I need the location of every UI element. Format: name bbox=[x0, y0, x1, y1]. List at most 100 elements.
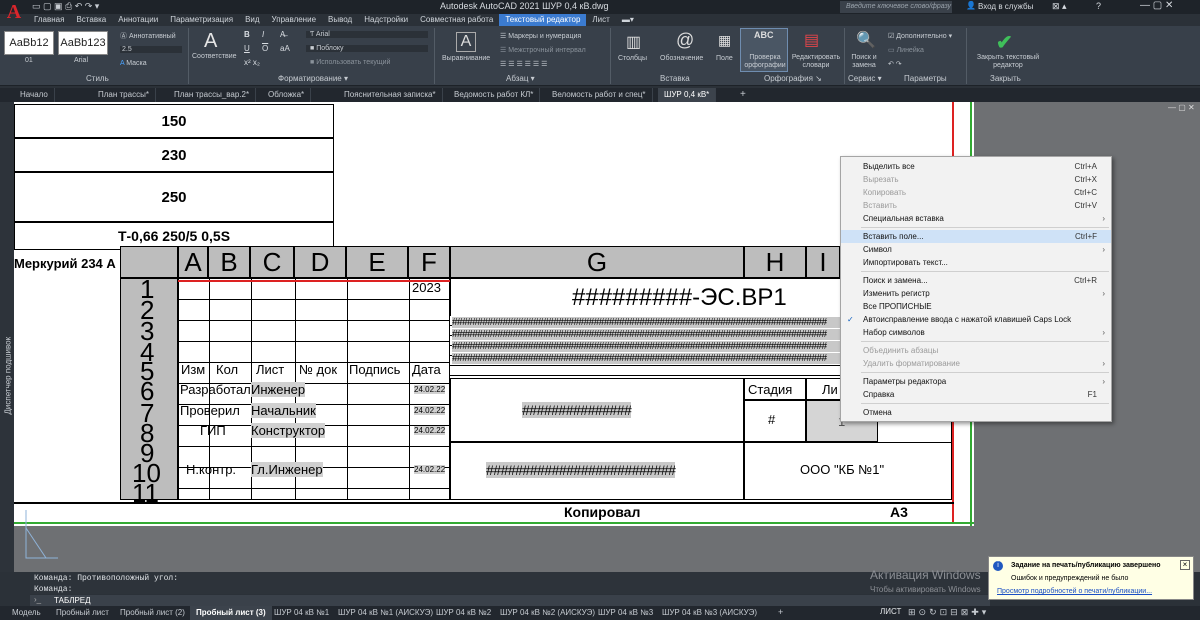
doc-tab-start[interactable]: Начало bbox=[14, 88, 55, 102]
menu-item-find-replace[interactable]: Поиск и замена... Ctrl+R bbox=[841, 274, 1111, 287]
row-number[interactable]: 11 bbox=[132, 478, 159, 509]
menu-item-paste-special[interactable]: Специальная вставка › bbox=[841, 212, 1111, 225]
font-select[interactable]: Ƭ Arial bbox=[306, 31, 428, 38]
columns-label[interactable]: Столбцы bbox=[618, 55, 647, 62]
signin-label[interactable]: Вход в службы bbox=[978, 2, 1033, 11]
doc-tab[interactable]: План трассы* bbox=[92, 88, 156, 102]
doc-tab[interactable]: План трассы_вар.2* bbox=[168, 88, 257, 102]
strike-icon[interactable]: A̶ bbox=[280, 30, 285, 39]
menu-item-combine-paragraphs[interactable]: Объединить абзацы bbox=[841, 344, 1111, 357]
use-current-select[interactable]: ■ Использовать текущий bbox=[306, 59, 428, 66]
menu-item-editor-settings[interactable]: Параметры редактора › bbox=[841, 375, 1111, 388]
group-formatting[interactable]: Форматирование ▾ bbox=[278, 74, 348, 83]
col-header[interactable]: H bbox=[744, 246, 806, 278]
year-cell[interactable]: 2023 bbox=[412, 280, 441, 295]
line-spacing-button[interactable]: ☰ Межстрочный интервал bbox=[500, 46, 586, 54]
tab-addins[interactable]: Надстройки bbox=[358, 14, 414, 26]
menu-item-import-text[interactable]: Импортировать текст... bbox=[841, 256, 1111, 269]
search-input[interactable]: Введите ключевое слово/фразу bbox=[840, 1, 952, 13]
cart-icon[interactable]: ⊠ ▴ bbox=[1052, 1, 1067, 12]
table-cell[interactable]: 150 bbox=[14, 104, 334, 138]
mask-button[interactable]: A Маска bbox=[120, 60, 147, 67]
tab-annotate[interactable]: Аннотации bbox=[112, 14, 164, 26]
close-icon[interactable]: × bbox=[1180, 560, 1190, 570]
tab-insert[interactable]: Вставка bbox=[70, 14, 112, 26]
status-bar-icons[interactable]: ⊞⊙↻⊡⊟⊠✚▾ bbox=[908, 607, 989, 618]
col-header[interactable]: D bbox=[294, 246, 346, 278]
viewport-controls[interactable]: — ▢ ✕ bbox=[1168, 103, 1195, 112]
menu-item-change-case[interactable]: Изменить регистр › bbox=[841, 287, 1111, 300]
tab-manage[interactable]: Управление bbox=[266, 14, 322, 26]
tab-output[interactable]: Вывод bbox=[322, 14, 358, 26]
status-mode[interactable]: ЛИСТ bbox=[880, 607, 901, 616]
layout-tab-model[interactable]: Модель bbox=[6, 606, 47, 620]
layout-tab[interactable]: ШУР 04 кВ №1 (АИСКУЭ) bbox=[332, 606, 439, 620]
table-cell[interactable]: 250 bbox=[14, 172, 334, 222]
match-properties-label[interactable]: Соответствие bbox=[192, 53, 237, 60]
doc-tab[interactable]: Пояснительная записка* bbox=[338, 88, 443, 102]
bold-icon[interactable]: B bbox=[244, 30, 250, 39]
col-header[interactable]: B bbox=[208, 246, 250, 278]
group-paragraph[interactable]: Абзац ▾ bbox=[506, 74, 535, 83]
justify-label[interactable]: Выравнивание bbox=[442, 55, 490, 62]
layout-tab[interactable]: ШУР 04 кВ №1 bbox=[268, 606, 335, 620]
dictionary-icon[interactable]: ▤ bbox=[804, 30, 819, 50]
autocad-logo-icon[interactable]: A bbox=[2, 0, 26, 26]
doc-tab[interactable]: Обложка* bbox=[262, 88, 312, 102]
group-tools[interactable]: Сервис ▾ bbox=[848, 74, 882, 83]
table-cell[interactable]: 230 bbox=[14, 138, 334, 172]
close-editor-icon[interactable]: ✔ bbox=[996, 30, 1013, 55]
field-icon[interactable]: ▦ bbox=[718, 32, 731, 49]
menu-item-select-all[interactable]: Выделить все Ctrl+A bbox=[841, 160, 1111, 173]
command-input[interactable]: ТАБЛРЕД bbox=[30, 595, 990, 606]
italic-icon[interactable]: I bbox=[262, 30, 264, 39]
menu-item-help[interactable]: Справка F1 bbox=[841, 388, 1111, 401]
justify-icon[interactable]: A bbox=[456, 32, 476, 52]
layout-tab[interactable]: ШУР 04 кВ №2 (АИСКУЭ) bbox=[494, 606, 601, 620]
menu-item-charset[interactable]: Набор символов › bbox=[841, 326, 1111, 339]
field-label[interactable]: Поле bbox=[716, 55, 733, 62]
menu-item-copy[interactable]: Копировать Ctrl+C bbox=[841, 186, 1111, 199]
layout-tab-active[interactable]: Пробный лист (3) bbox=[190, 606, 272, 620]
col-header[interactable]: F bbox=[408, 246, 450, 278]
notification-link[interactable]: Просмотр подробностей о печати/публикаци… bbox=[997, 588, 1152, 595]
tab-layout[interactable]: Лист bbox=[586, 14, 615, 26]
case-icon[interactable]: aA bbox=[280, 44, 290, 53]
plot-notification[interactable]: i Задание на печать/публикацию завершено… bbox=[988, 556, 1194, 600]
paragraph-align-buttons[interactable]: ☰ ☰ ☰ ☰ ☰ ☰ bbox=[500, 60, 547, 68]
tab-home[interactable]: Главная bbox=[28, 14, 70, 26]
col-header[interactable]: A bbox=[178, 246, 208, 278]
layout-tab[interactable]: ШУР 04 кВ №2 bbox=[430, 606, 497, 620]
menu-item-remove-formatting[interactable]: Удалить форматирование › bbox=[841, 357, 1111, 370]
color-select[interactable]: ■ Поблоку bbox=[306, 45, 428, 52]
layout-tab[interactable]: Пробный лист (2) bbox=[114, 606, 191, 620]
tab-text-editor[interactable]: Текстовый редактор bbox=[499, 14, 587, 26]
window-controls[interactable]: — ▢ ✕ bbox=[1140, 0, 1173, 11]
menu-item-all-caps[interactable]: Все ПРОПИСНЫЕ bbox=[841, 300, 1111, 313]
help-icon[interactable]: ? bbox=[1096, 1, 1101, 11]
tab-collaborate[interactable]: Совместная работа bbox=[414, 14, 499, 26]
ucs-icon[interactable] bbox=[22, 508, 62, 564]
overline-icon[interactable]: O bbox=[262, 44, 268, 53]
undo-redo-buttons[interactable]: ↶ ↷ bbox=[888, 60, 902, 68]
menu-item-autocaps[interactable]: ✓ Автоисправление ввода с нажатой клавише… bbox=[841, 313, 1111, 326]
layout-tab[interactable]: ШУР 04 кВ №3 (АИСКУЭ) bbox=[656, 606, 763, 620]
group-spelling[interactable]: Орфография ↘ bbox=[764, 74, 822, 83]
quick-access-toolbar[interactable]: ▭ ▢ ▣ ⎙ ↶ ↷ ▾ bbox=[32, 1, 99, 12]
menu-item-cancel[interactable]: Отмена bbox=[841, 406, 1111, 419]
layout-tab[interactable]: ШУР 04 кВ №3 bbox=[592, 606, 659, 620]
col-header[interactable]: I bbox=[806, 246, 840, 278]
doc-tab[interactable]: Ведомость работ КЛ* bbox=[448, 88, 541, 102]
close-editor-label[interactable]: Закрыть текстовый редактор bbox=[970, 54, 1046, 70]
menu-item-cut[interactable]: Вырезать Ctrl+X bbox=[841, 173, 1111, 186]
superscript-icon[interactable]: x² x₂ bbox=[244, 58, 260, 67]
menu-item-symbol[interactable]: Символ › bbox=[841, 243, 1111, 256]
symbol-icon[interactable]: @ bbox=[676, 30, 694, 51]
col-header[interactable]: G bbox=[450, 246, 744, 278]
style-sample-1[interactable]: AaBb12 bbox=[4, 31, 54, 55]
col-header[interactable]: E bbox=[346, 246, 408, 278]
columns-icon[interactable]: ▥ bbox=[626, 32, 641, 52]
document-code[interactable]: #########-ЭС.ВР1 bbox=[572, 284, 787, 312]
dictionary-label[interactable]: Редактировать словари bbox=[790, 54, 842, 70]
more-options-button[interactable]: ☑ Дополнительно ▾ bbox=[888, 32, 952, 40]
